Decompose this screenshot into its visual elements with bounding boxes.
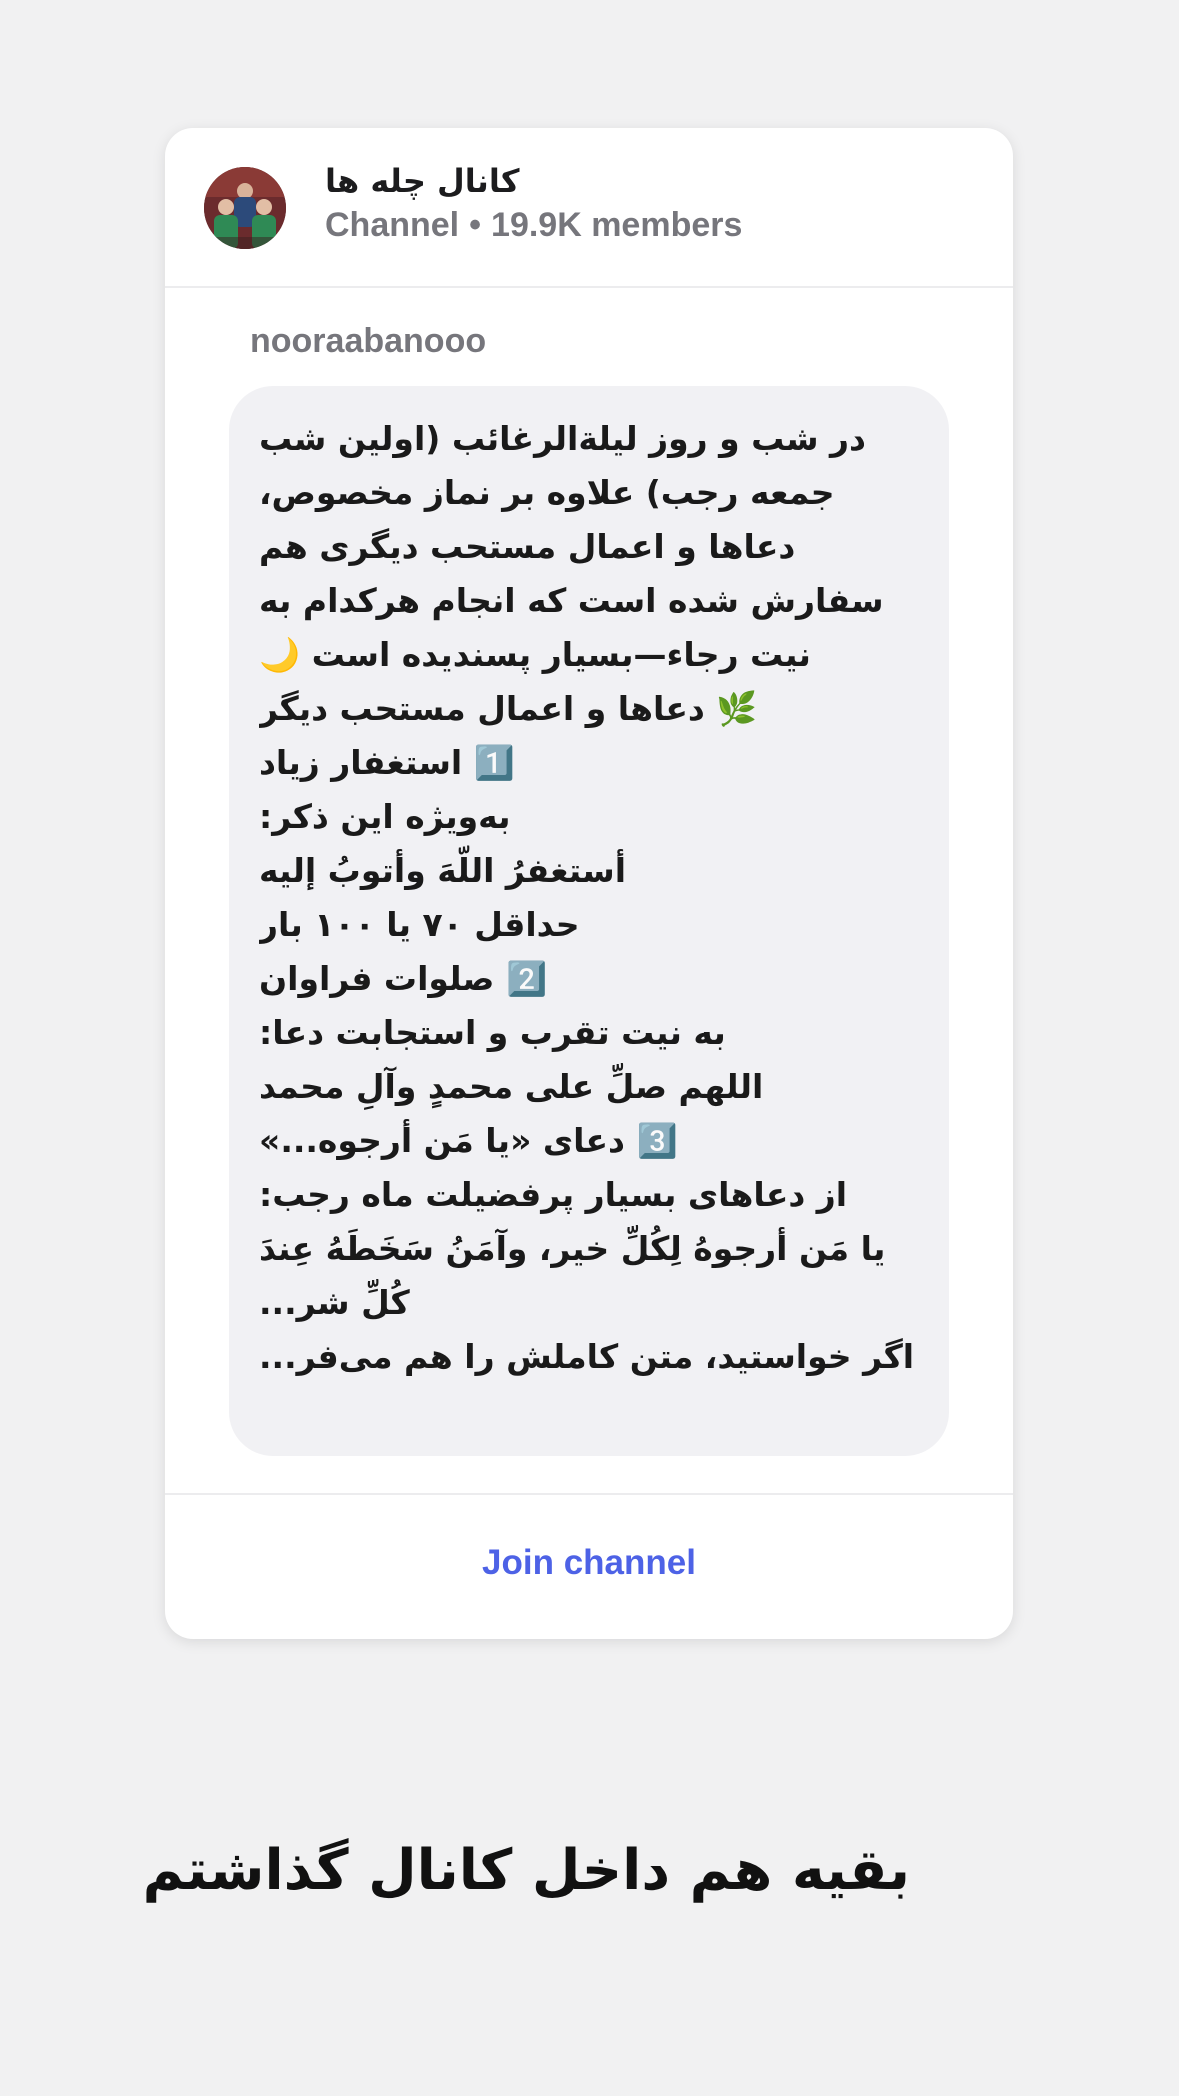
message-line: اگر خواستید، متن کاملش را هم می‌فر... [259, 1337, 915, 1376]
card-footer: Join channel [165, 1493, 1013, 1639]
message-line: یا مَن أرجوهُ لِکُلِّ خیر، وآمَنُ سَخَطَ… [259, 1229, 886, 1268]
member-count: 19.9K members [491, 206, 743, 244]
message-line: سفارش شده است که انجام هرکدام به [259, 581, 884, 620]
message-line: نیت رجاء—بسیار پسندیده است 🌙 [259, 635, 811, 674]
message-line: به‌ویژه این ذکر: [259, 797, 511, 836]
message-line: اللهم صلِّ علی محمدٍ وآلِ محمد [259, 1067, 764, 1106]
caption-text: بقیه هم داخل کانال گذاشتم [142, 1838, 910, 1903]
message-line: 🌿 دعاها و اعمال مستحب دیگر [259, 689, 758, 728]
separator-dot: • [469, 206, 482, 244]
message-bubble: در شب و روز لیلة‌الرغائب (اولین شب جمعه … [229, 386, 949, 1456]
message-line: در شب و روز لیلة‌الرغائب (اولین شب [259, 419, 866, 458]
message-line: 1️⃣ استغفار زیاد [259, 743, 515, 782]
message-line: به نیت تقرب و استجابت دعا: [259, 1013, 726, 1052]
message-line: از دعاهای بسیار پرفضیلت ماه رجب: [259, 1175, 848, 1214]
message-line: دعاها و اعمال مستحب دیگری هم [259, 527, 796, 566]
channel-preview-card: کانال چله ها Channel • 19.9K members noora… [165, 128, 1013, 1639]
channel-avatar[interactable] [204, 167, 286, 249]
message-line: کُلِّ شر... [259, 1283, 410, 1322]
avatar-photo-icon [204, 167, 286, 249]
message-line: 2️⃣ صلوات فراوان [259, 959, 548, 998]
join-channel-button[interactable]: Join channel [165, 1543, 1013, 1583]
message-line: جمعه رجب) علاوه بر نماز مخصوص، [259, 473, 835, 512]
message-line: حداقل ۷۰ یا ۱۰۰ بار [259, 905, 580, 944]
message-line: أستغفرُ اللّهَ وأتوبُ إلیه [259, 851, 627, 890]
channel-type-label: Channel [325, 206, 460, 244]
channel-meta: Channel • 19.9K members [325, 206, 742, 245]
message-line: 3️⃣ دعای «یا مَن أرجوه...» [259, 1121, 678, 1160]
channel-title: کانال چله ها [325, 162, 520, 200]
message-author: nooraabanooo [250, 322, 487, 360]
channel-header[interactable]: کانال چله ها Channel • 19.9K members [165, 128, 1013, 288]
